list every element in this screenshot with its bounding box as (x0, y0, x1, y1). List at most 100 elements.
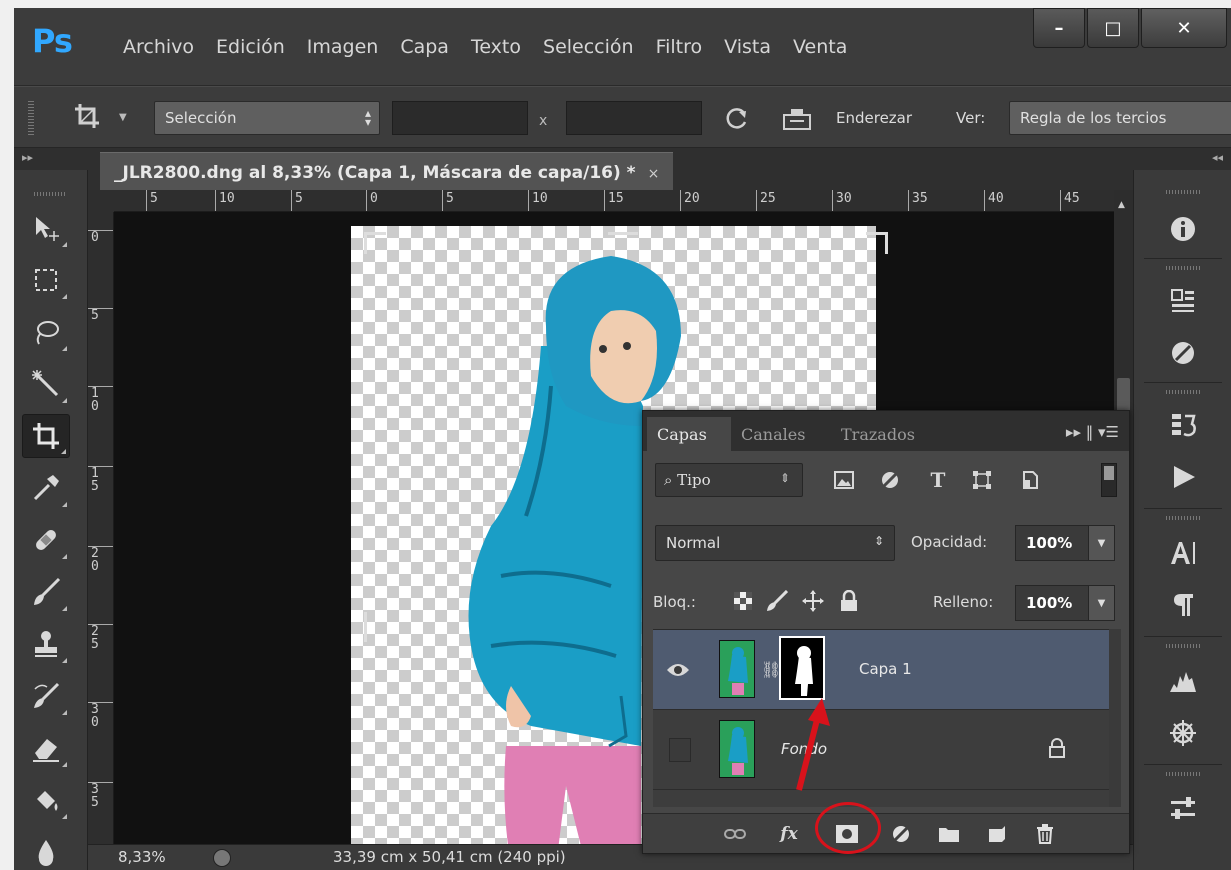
menu-capa[interactable]: Capa (389, 36, 460, 58)
dock-grip[interactable] (1166, 390, 1200, 394)
layer-thumbnail[interactable] (719, 720, 755, 778)
menu-archivo[interactable]: Archivo (112, 36, 205, 58)
link-layers-icon[interactable] (721, 822, 749, 846)
filter-shape-layers-icon[interactable] (969, 468, 995, 492)
healing-brush-tool[interactable] (22, 518, 70, 562)
brush-tool[interactable] (22, 570, 70, 614)
marquee-tool[interactable] (22, 258, 70, 302)
magic-wand-tool[interactable] (22, 362, 70, 406)
filter-toggle[interactable] (1101, 463, 1117, 497)
tab-canales[interactable]: Canales (741, 425, 805, 444)
layer-name[interactable]: Capa 1 (859, 660, 912, 678)
maximize-button[interactable]: □ (1087, 8, 1139, 48)
dock-grip[interactable] (1166, 516, 1200, 520)
character-panel-button[interactable] (1162, 532, 1204, 574)
eraser-tool[interactable] (22, 726, 70, 770)
straighten-label[interactable]: Enderezar (836, 109, 912, 127)
lock-image-pixels-icon[interactable] (765, 589, 789, 613)
crop-width-input[interactable] (392, 101, 528, 135)
history-brush-tool[interactable] (22, 674, 70, 718)
menu-filtro[interactable]: Filtro (645, 36, 714, 58)
tool-preset-caret-icon[interactable]: ▼ (119, 112, 127, 123)
styles-panel-button[interactable] (1162, 332, 1204, 374)
dock-grip[interactable] (1166, 266, 1200, 270)
filter-smart-objects-icon[interactable] (1017, 468, 1043, 492)
navigator-panel-button[interactable] (1162, 712, 1204, 754)
adjustments-panel-button[interactable] (1162, 280, 1204, 322)
crop-ratio-select[interactable]: Selección ▴ ▾ (154, 101, 380, 135)
dock-grip[interactable] (1166, 772, 1200, 776)
info-panel-button[interactable] (1162, 208, 1204, 250)
minimize-button[interactable]: – (1033, 8, 1085, 48)
opacity-input[interactable]: 100% ▼ (1015, 525, 1115, 561)
paragraph-panel-button[interactable] (1162, 584, 1204, 626)
tools-collapse-icon[interactable]: ▸▸ (14, 148, 88, 170)
properties-panel-button[interactable] (1162, 788, 1204, 830)
eyedropper-tool[interactable] (22, 466, 70, 510)
scroll-up-icon[interactable]: ▲ (1118, 200, 1125, 210)
crop-tool[interactable] (22, 414, 70, 458)
paint-bucket-tool[interactable] (22, 778, 70, 822)
menu-texto[interactable]: Texto (460, 36, 532, 58)
straighten-icon[interactable] (782, 105, 812, 131)
crop-height-input[interactable] (566, 101, 702, 135)
visibility-toggle[interactable] (669, 738, 691, 762)
close-button[interactable]: ✕ (1141, 8, 1227, 48)
crop-handle-top-left[interactable] (364, 232, 386, 254)
blur-tool[interactable] (22, 830, 70, 870)
document-tab[interactable]: _JLR2800.dng al 8,33% (Capa 1, Máscara d… (100, 152, 674, 190)
tools-grip[interactable] (34, 192, 66, 196)
crop-handle-top[interactable] (608, 232, 638, 235)
fx-icon[interactable]: fx (775, 822, 803, 846)
filter-pixel-layers-icon[interactable] (831, 468, 857, 492)
overlay-select[interactable]: Regla de los tercios (1009, 101, 1231, 135)
panel-menu-icon[interactable]: ▸▸ ‖ ▾☰ (1066, 423, 1119, 441)
lock-all-icon[interactable] (837, 589, 861, 613)
filter-adjustment-layers-icon[interactable] (877, 468, 903, 492)
tab-trazados[interactable]: Trazados (841, 425, 915, 444)
layer-filter-select[interactable]: ⌕ Tipo ⇕ (655, 463, 803, 497)
vertical-ruler[interactable]: 0 5 1 0 1 5 2 0 2 5 3 0 3 5 (88, 212, 114, 844)
menu-ventana[interactable]: Venta (782, 36, 858, 58)
layer-thumbnail[interactable] (719, 640, 755, 698)
filter-type-layers-icon[interactable]: T (925, 468, 951, 492)
histogram-panel-button[interactable] (1162, 660, 1204, 702)
crop-handle-top-right[interactable] (866, 232, 888, 254)
actions-panel-button[interactable] (1162, 456, 1204, 498)
chevron-down-icon[interactable]: ▼ (1088, 526, 1114, 560)
tab-capas[interactable]: Capas (657, 425, 707, 444)
ruler-tick: 20 (680, 190, 700, 211)
trash-icon[interactable] (1031, 822, 1059, 846)
chevron-down-icon[interactable]: ▼ (1088, 586, 1114, 620)
dock-collapse-icon[interactable]: ◂◂ (1133, 148, 1231, 170)
menu-edicion[interactable]: Edición (205, 36, 296, 58)
status-info-icon[interactable] (213, 849, 231, 867)
layer-row-capa-1[interactable]: ⛓ Capa 1 (653, 630, 1109, 710)
crop-tool-icon[interactable] (74, 103, 100, 129)
zoom-level[interactable]: 8,33% (118, 848, 166, 866)
menu-seleccion[interactable]: Selección (532, 36, 645, 58)
eye-icon[interactable] (661, 654, 695, 686)
menu-vista[interactable]: Vista (713, 36, 782, 58)
move-tool[interactable] (22, 206, 70, 250)
dock-grip[interactable] (1166, 190, 1200, 194)
new-group-icon[interactable] (935, 822, 963, 846)
close-tab-icon[interactable]: × (648, 166, 660, 182)
new-layer-icon[interactable] (983, 822, 1011, 846)
layer-row-fondo[interactable]: Fondo (653, 710, 1109, 790)
lasso-tool[interactable] (22, 310, 70, 354)
history-panel-button[interactable] (1162, 404, 1204, 446)
options-grip[interactable] (28, 101, 34, 135)
menu-imagen[interactable]: Imagen (296, 36, 390, 58)
horizontal-ruler[interactable]: 5 10 5 0 5 10 15 20 25 30 35 40 45 (114, 190, 1114, 212)
clone-stamp-tool[interactable] (22, 622, 70, 666)
lock-transparent-pixels-icon[interactable] (731, 589, 755, 613)
lock-position-icon[interactable] (801, 589, 825, 613)
crop-handle-left[interactable] (364, 612, 367, 642)
fill-input[interactable]: 100% ▼ (1015, 585, 1115, 621)
swap-dimensions-icon[interactable] (724, 105, 750, 131)
layers-scrollbar[interactable] (1109, 629, 1121, 807)
dock-grip[interactable] (1166, 644, 1200, 648)
adjustment-layer-icon[interactable] (887, 822, 915, 846)
blend-mode-select[interactable]: Normal ⇕ (655, 525, 895, 561)
